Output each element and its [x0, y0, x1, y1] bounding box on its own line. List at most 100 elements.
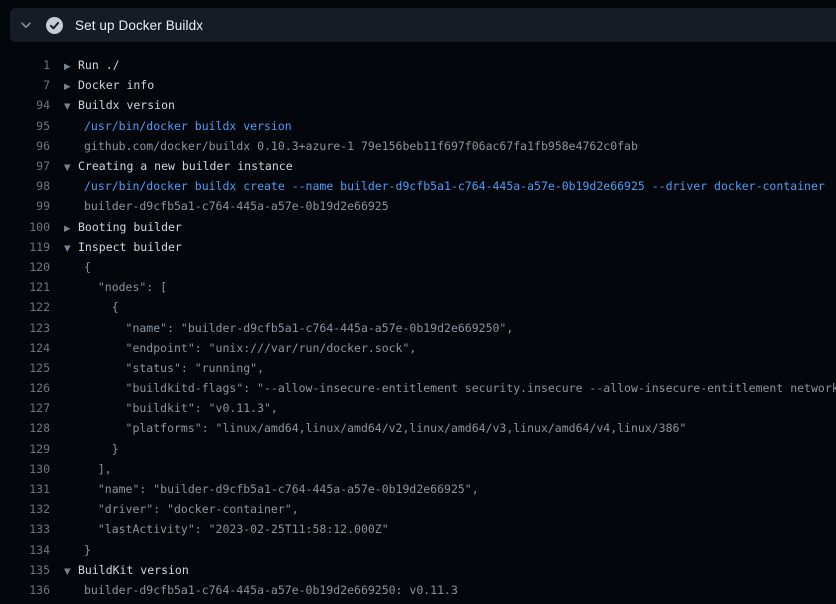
line-number[interactable]: 119: [0, 240, 50, 254]
log-line: 123 "name": "builder-d9cfb5a1-c764-445a-…: [0, 317, 836, 337]
log-text: ▼BuildKit version: [64, 563, 189, 577]
log-line: 98 /usr/bin/docker buildx create --name …: [0, 176, 836, 196]
line-number[interactable]: 134: [0, 543, 50, 557]
group-collapsed-icon[interactable]: ▶: [64, 224, 78, 234]
log-text: "endpoint": "unix:///var/run/docker.sock…: [64, 341, 416, 355]
group-title[interactable]: Buildx version: [78, 98, 175, 112]
line-number[interactable]: 96: [0, 139, 50, 153]
log-text: "platforms": "linux/amd64,linux/amd64/v2…: [64, 421, 686, 435]
log-line: 132 "driver": "docker-container",: [0, 499, 836, 519]
log-line: 130 ],: [0, 459, 836, 479]
actions-log-viewer: Set up Docker Buildx 1 ▶Run ./ 7 ▶Docker…: [0, 0, 836, 604]
log-line: 133 "lastActivity": "2023-02-25T11:58:12…: [0, 519, 836, 539]
log-text: builder-d9cfb5a1-c764-445a-a57e-0b19d2e6…: [64, 199, 389, 213]
line-number[interactable]: 121: [0, 280, 50, 294]
line-number[interactable]: 125: [0, 361, 50, 375]
line-number[interactable]: 97: [0, 159, 50, 173]
line-number[interactable]: 123: [0, 321, 50, 335]
line-number[interactable]: 132: [0, 502, 50, 516]
group-title[interactable]: Run ./: [78, 58, 120, 72]
log-text: }: [64, 442, 119, 456]
log-line: 126 "buildkitd-flags": "--allow-insecure…: [0, 378, 836, 398]
group-expanded-icon[interactable]: ▼: [64, 567, 78, 577]
log-text: ],: [64, 462, 112, 476]
log-text: ▼Inspect builder: [64, 240, 182, 254]
log-text: }: [64, 543, 91, 557]
line-number[interactable]: 131: [0, 482, 50, 496]
group-collapsed-icon[interactable]: ▶: [64, 62, 78, 72]
group-title[interactable]: Inspect builder: [78, 240, 182, 254]
log-line: 136 builder-d9cfb5a1-c764-445a-a57e-0b19…: [0, 580, 836, 600]
log-text: "nodes": [: [64, 280, 167, 294]
log-line: 94 ▼Buildx version: [0, 95, 836, 115]
log-lines: 1 ▶Run ./ 7 ▶Docker info 94 ▼Buildx vers…: [0, 55, 836, 600]
line-number[interactable]: 133: [0, 522, 50, 536]
line-number[interactable]: 100: [0, 220, 50, 234]
log-text: "lastActivity": "2023-02-25T11:58:12.000…: [64, 522, 389, 536]
log-line: 131 "name": "builder-d9cfb5a1-c764-445a-…: [0, 479, 836, 499]
line-number[interactable]: 122: [0, 300, 50, 314]
log-line: 1 ▶Run ./: [0, 55, 836, 75]
line-number[interactable]: 1: [0, 58, 50, 72]
log-text: {: [64, 260, 91, 274]
line-number[interactable]: 130: [0, 462, 50, 476]
log-text: builder-d9cfb5a1-c764-445a-a57e-0b19d2e6…: [64, 583, 458, 597]
log-text: ▼Creating a new builder instance: [64, 159, 293, 173]
group-title[interactable]: Docker info: [78, 78, 154, 92]
log-line: 96 github.com/docker/buildx 0.10.3+azure…: [0, 136, 836, 156]
log-line: 128 "platforms": "linux/amd64,linux/amd6…: [0, 418, 836, 438]
log-text: /usr/bin/docker buildx version: [64, 119, 292, 133]
log-text: /usr/bin/docker buildx create --name bui…: [64, 179, 825, 193]
log-text: "buildkitd-flags": "--allow-insecure-ent…: [64, 381, 836, 395]
log-line: 95 /usr/bin/docker buildx version: [0, 116, 836, 136]
log-line: 124 "endpoint": "unix:///var/run/docker.…: [0, 338, 836, 358]
log-text: "status": "running",: [64, 361, 264, 375]
log-text: ▶Docker info: [64, 78, 154, 92]
group-expanded-icon[interactable]: ▼: [64, 244, 78, 254]
line-number[interactable]: 99: [0, 199, 50, 213]
log-line: 97 ▼Creating a new builder instance: [0, 156, 836, 176]
line-number[interactable]: 127: [0, 401, 50, 415]
group-title[interactable]: BuildKit version: [78, 563, 189, 577]
log-text: ▶Booting builder: [64, 220, 182, 234]
log-text: ▶Run ./: [64, 58, 120, 72]
log-line: 120 {: [0, 257, 836, 277]
log-text: "buildkit": "v0.11.3",: [64, 401, 278, 415]
log-line: 125 "status": "running",: [0, 358, 836, 378]
line-number[interactable]: 94: [0, 98, 50, 112]
log-text: "driver": "docker-container",: [64, 502, 299, 516]
log-line: 100 ▶Booting builder: [0, 217, 836, 237]
group-collapsed-icon[interactable]: ▶: [64, 82, 78, 92]
log-line: 135 ▼BuildKit version: [0, 560, 836, 580]
line-number[interactable]: 135: [0, 563, 50, 577]
log-line: 129 }: [0, 439, 836, 459]
chevron-down-icon[interactable]: [19, 18, 33, 32]
line-number[interactable]: 124: [0, 341, 50, 355]
line-number[interactable]: 120: [0, 260, 50, 274]
log-line: 122 {: [0, 297, 836, 317]
line-number[interactable]: 126: [0, 381, 50, 395]
log-text: "name": "builder-d9cfb5a1-c764-445a-a57e…: [64, 321, 513, 335]
line-number[interactable]: 136: [0, 583, 50, 597]
log-line: 121 "nodes": [: [0, 277, 836, 297]
line-number[interactable]: 129: [0, 442, 50, 456]
log-text: ▼Buildx version: [64, 98, 175, 112]
group-title[interactable]: Booting builder: [78, 220, 182, 234]
line-number[interactable]: 7: [0, 78, 50, 92]
log-text: {: [64, 300, 119, 314]
log-line: 119 ▼Inspect builder: [0, 237, 836, 257]
step-header[interactable]: Set up Docker Buildx: [10, 8, 836, 42]
line-number[interactable]: 98: [0, 179, 50, 193]
log-line: 7 ▶Docker info: [0, 75, 836, 95]
group-title[interactable]: Creating a new builder instance: [78, 159, 293, 173]
log-line: 99 builder-d9cfb5a1-c764-445a-a57e-0b19d…: [0, 196, 836, 216]
group-expanded-icon[interactable]: ▼: [64, 102, 78, 112]
log-text: github.com/docker/buildx 0.10.3+azure-1 …: [64, 139, 638, 153]
line-number[interactable]: 95: [0, 119, 50, 133]
line-number[interactable]: 128: [0, 421, 50, 435]
step-title: Set up Docker Buildx: [75, 18, 203, 33]
group-expanded-icon[interactable]: ▼: [64, 163, 78, 173]
log-text: "name": "builder-d9cfb5a1-c764-445a-a57e…: [64, 482, 479, 496]
log-line: 134 }: [0, 540, 836, 560]
check-circle-icon: [46, 17, 63, 34]
